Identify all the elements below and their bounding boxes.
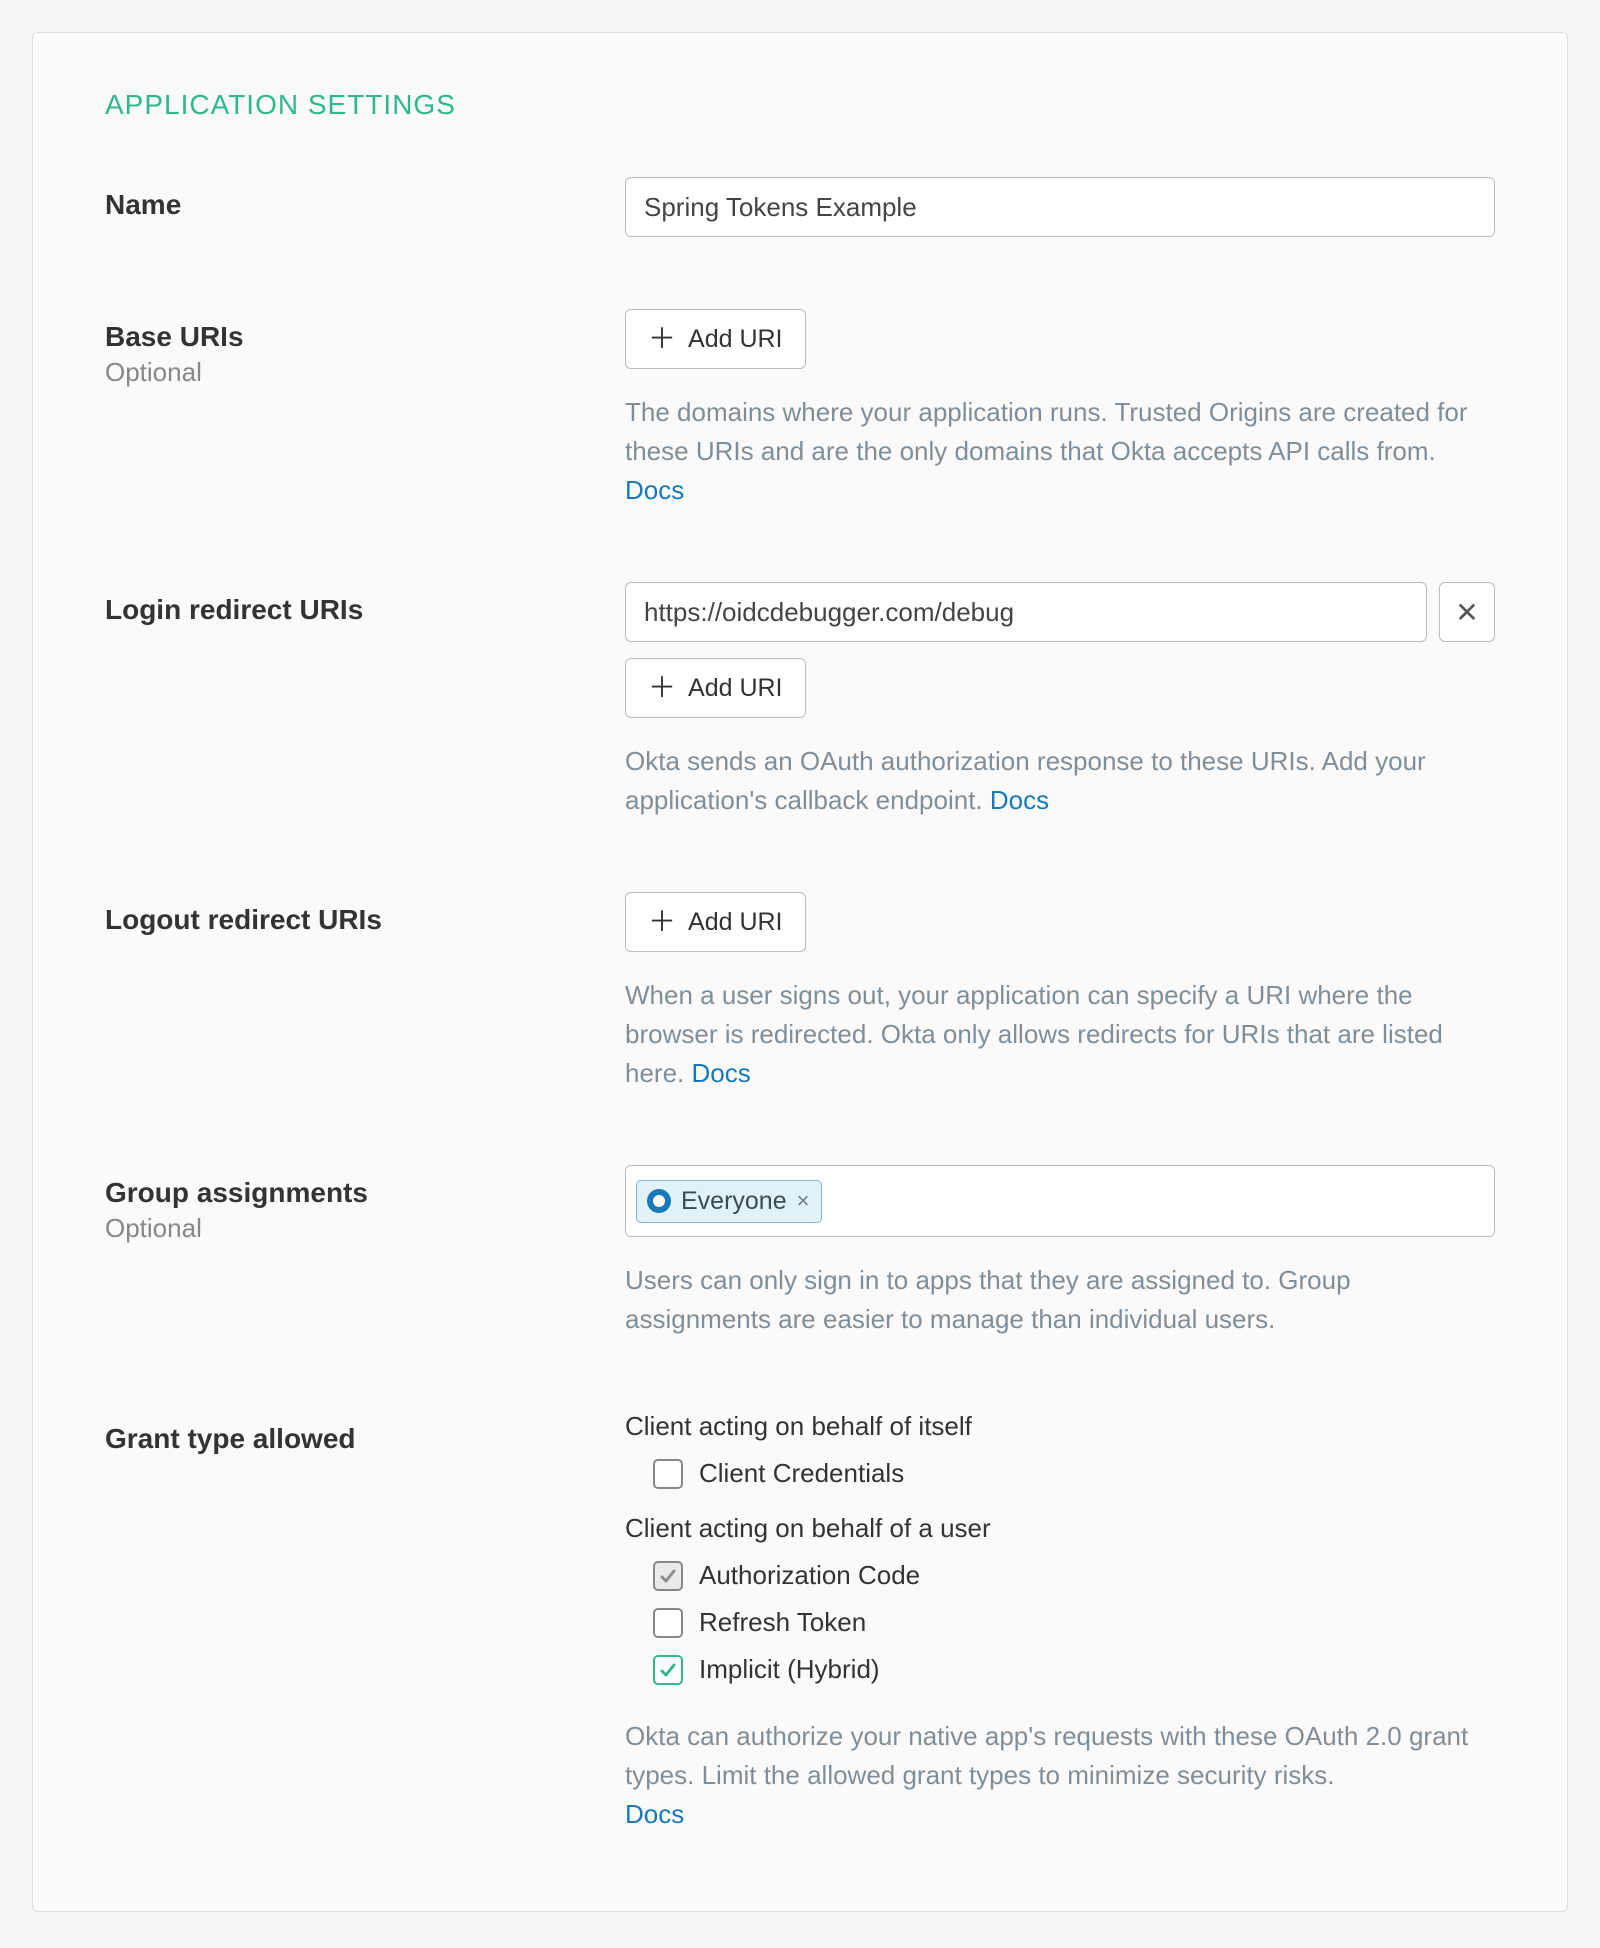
group-icon xyxy=(647,1189,671,1213)
checkbox-implicit[interactable] xyxy=(653,1655,683,1685)
checkbox-client-credentials[interactable] xyxy=(653,1459,683,1489)
remove-pill-icon[interactable]: × xyxy=(797,1188,810,1214)
plus-icon: ＋ xyxy=(648,325,676,353)
plus-icon: ＋ xyxy=(648,908,676,936)
section-title: APPLICATION SETTINGS xyxy=(105,89,1495,121)
check-icon xyxy=(659,1567,677,1585)
group-assignments-input[interactable]: Everyone × xyxy=(625,1165,1495,1237)
grant-user-label: Client acting on behalf of a user xyxy=(625,1513,1495,1544)
grant-type-docs-link[interactable]: Docs xyxy=(625,1799,684,1829)
add-logout-redirect-label: Add URI xyxy=(688,908,782,937)
base-uris-docs-link[interactable]: Docs xyxy=(625,475,684,505)
application-settings-panel: APPLICATION SETTINGS Name Base URIs Opti… xyxy=(32,32,1568,1912)
login-redirect-label: Login redirect URIs xyxy=(105,592,601,628)
name-label: Name xyxy=(105,187,601,223)
client-credentials-label: Client Credentials xyxy=(699,1458,904,1489)
add-logout-redirect-button[interactable]: ＋ Add URI xyxy=(625,892,806,952)
group-assignments-label: Group assignments xyxy=(105,1175,601,1211)
grant-self-label: Client acting on behalf of itself xyxy=(625,1411,1495,1442)
login-redirect-docs-link[interactable]: Docs xyxy=(990,785,1049,815)
row-group-assignments: Group assignments Optional Everyone × Us… xyxy=(105,1165,1495,1339)
group-assignments-sublabel: Optional xyxy=(105,1213,601,1244)
grant-type-helper: Okta can authorize your native app's req… xyxy=(625,1717,1475,1834)
add-login-redirect-label: Add URI xyxy=(688,674,782,703)
base-uris-helper: The domains where your application runs.… xyxy=(625,393,1475,510)
row-base-uris: Base URIs Optional ＋ Add URI The domains… xyxy=(105,309,1495,510)
add-base-uri-label: Add URI xyxy=(688,325,782,354)
group-pill-label: Everyone xyxy=(681,1187,787,1216)
login-redirect-input[interactable] xyxy=(625,582,1427,642)
row-name: Name xyxy=(105,177,1495,237)
checkbox-refresh-token[interactable] xyxy=(653,1608,683,1638)
row-logout-redirect: Logout redirect URIs ＋ Add URI When a us… xyxy=(105,892,1495,1093)
base-uris-sublabel: Optional xyxy=(105,357,601,388)
logout-redirect-helper: When a user signs out, your application … xyxy=(625,976,1475,1093)
row-grant-type: Grant type allowed Client acting on beha… xyxy=(105,1411,1495,1834)
group-pill-everyone: Everyone × xyxy=(636,1180,822,1223)
remove-login-redirect-button[interactable]: ✕ xyxy=(1439,582,1495,642)
group-assignments-helper: Users can only sign in to apps that they… xyxy=(625,1261,1475,1339)
logout-redirect-label: Logout redirect URIs xyxy=(105,902,601,938)
refresh-token-label: Refresh Token xyxy=(699,1607,866,1638)
logout-redirect-docs-link[interactable]: Docs xyxy=(692,1058,751,1088)
login-redirect-helper: Okta sends an OAuth authorization respon… xyxy=(625,742,1475,820)
grant-type-label: Grant type allowed xyxy=(105,1421,601,1457)
plus-icon: ＋ xyxy=(648,674,676,702)
base-uris-label: Base URIs xyxy=(105,319,601,355)
name-input[interactable] xyxy=(625,177,1495,237)
row-login-redirect: Login redirect URIs ✕ ＋ Add URI Okta sen… xyxy=(105,582,1495,820)
checkbox-authorization-code xyxy=(653,1561,683,1591)
add-base-uri-button[interactable]: ＋ Add URI xyxy=(625,309,806,369)
add-login-redirect-button[interactable]: ＋ Add URI xyxy=(625,658,806,718)
authorization-code-label: Authorization Code xyxy=(699,1560,920,1591)
implicit-label: Implicit (Hybrid) xyxy=(699,1654,880,1685)
close-icon: ✕ xyxy=(1455,596,1478,629)
check-icon xyxy=(659,1661,677,1679)
